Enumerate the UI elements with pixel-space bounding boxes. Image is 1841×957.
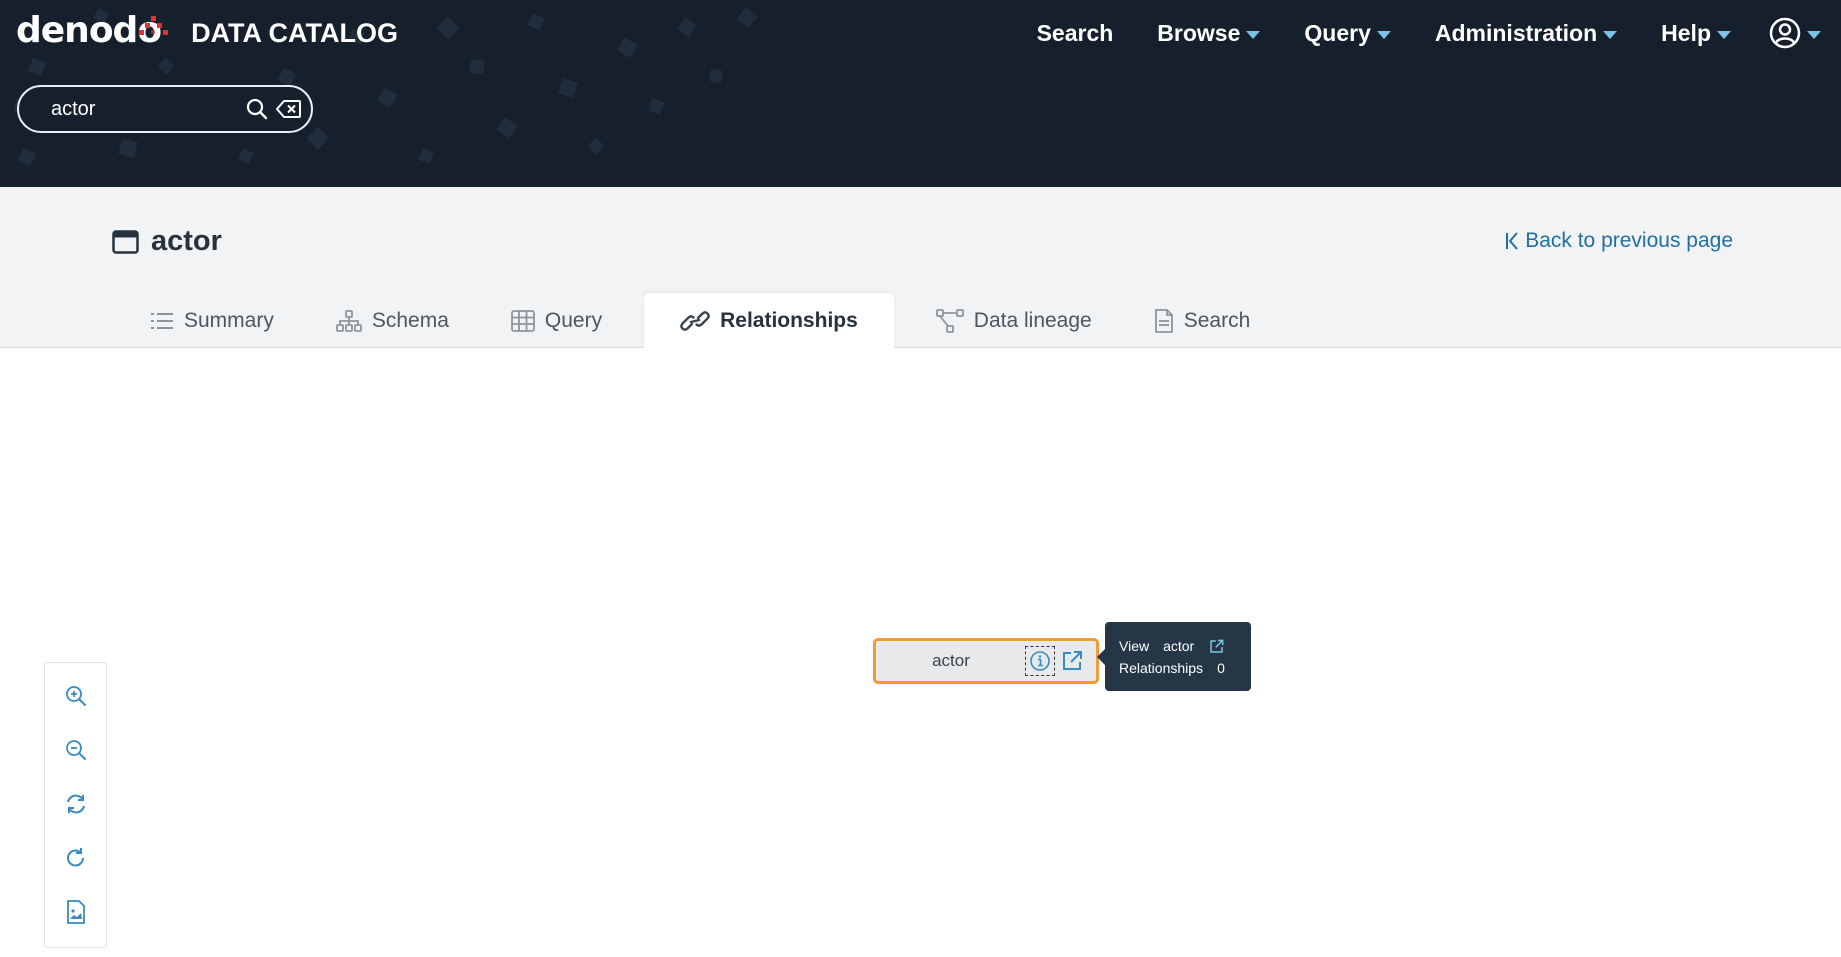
- user-circle-icon: [1769, 17, 1801, 49]
- zoom-in-icon: [65, 685, 86, 706]
- search-input[interactable]: [51, 97, 241, 121]
- caret-down-icon: [1807, 30, 1821, 39]
- external-link-icon: [1063, 651, 1082, 670]
- product-name: DATA CATALOG: [191, 18, 399, 48]
- tooltip-relationships-value: 0: [1217, 660, 1225, 676]
- export-image-icon: [66, 899, 85, 924]
- tooltip-relationships-key: Relationships: [1119, 660, 1204, 676]
- caret-down-icon: [1376, 30, 1391, 39]
- node-info-tooltip: View actor Relationships 0: [1097, 622, 1251, 691]
- external-link-icon: [1210, 639, 1224, 653]
- info-icon: [1030, 651, 1050, 671]
- caret-down-icon: [1717, 30, 1731, 39]
- list-icon: [151, 313, 173, 329]
- tooltip-view-value: actor: [1163, 638, 1195, 654]
- caret-down-icon: [1603, 30, 1618, 39]
- search-button[interactable]: [241, 93, 273, 125]
- nav-help[interactable]: Help: [1661, 20, 1731, 47]
- nav-help-label: Help: [1661, 19, 1711, 46]
- view-window-icon: [112, 229, 139, 254]
- nav-administration[interactable]: Administration: [1434, 19, 1618, 47]
- link-icon: [680, 311, 710, 331]
- nav-browse-label: Browse: [1157, 19, 1241, 46]
- tab-schema-label: Schema: [371, 309, 449, 332]
- tab-query-label: Query: [544, 309, 603, 332]
- view-header: actor Back to previous page Summary Sche…: [0, 187, 1841, 349]
- denodo-logo[interactable]: denodo DATA CATALOG: [16, 10, 398, 51]
- tooltip-open-link[interactable]: [1209, 639, 1224, 654]
- nav-search[interactable]: Search: [1037, 20, 1114, 47]
- back-link-label: Back to previous page: [1525, 229, 1733, 252]
- page-title: actor: [151, 225, 222, 257]
- graph-controls: [44, 662, 107, 948]
- back-to-previous-page-link[interactable]: Back to previous page: [1505, 229, 1733, 253]
- search-icon: [246, 98, 268, 120]
- reset-icon: [66, 847, 84, 866]
- relationship-graph-node[interactable]: actor: [873, 638, 1099, 684]
- caret-down-icon: [1246, 30, 1261, 39]
- tab-relationships[interactable]: Relationships: [644, 293, 894, 349]
- view-tabs: Summary Schema Query Relationships Data …: [130, 293, 1292, 349]
- nav-search-label: Search: [1036, 19, 1114, 46]
- tooltip-view-key: View: [1119, 638, 1150, 654]
- nav-administration-label: Administration: [1434, 19, 1598, 46]
- hierarchy-icon: [335, 310, 362, 332]
- tab-query[interactable]: Query: [491, 294, 622, 348]
- zoom-in-button[interactable]: [56, 677, 96, 714]
- tab-data-lineage[interactable]: Data lineage: [916, 294, 1112, 348]
- export-image-button[interactable]: [56, 893, 96, 930]
- tab-schema[interactable]: Schema: [316, 294, 469, 348]
- node-label: actor: [932, 651, 970, 670]
- clear-search-button[interactable]: [273, 93, 305, 125]
- refresh-layout-icon: [66, 794, 85, 813]
- top-navigation: Search Browse Query Administration Help: [993, 12, 1821, 54]
- tab-search[interactable]: Search: [1134, 294, 1271, 348]
- document-icon: [1154, 309, 1173, 333]
- backspace-clear-icon: [276, 100, 301, 118]
- user-menu[interactable]: [1769, 17, 1821, 49]
- node-open-button[interactable]: [1058, 647, 1086, 675]
- zoom-out-icon: [65, 739, 86, 760]
- zoom-out-button[interactable]: [56, 731, 96, 768]
- tab-summary-label: Summary: [184, 309, 274, 332]
- lineage-icon: [935, 309, 964, 333]
- node-info-button[interactable]: [1025, 646, 1055, 676]
- nav-query[interactable]: Query: [1304, 19, 1391, 47]
- tab-summary[interactable]: Summary: [130, 294, 294, 348]
- logo-dots-icon: [139, 16, 168, 35]
- nav-query-label: Query: [1304, 19, 1371, 46]
- global-search: [17, 85, 313, 133]
- tab-relationships-label: Relationships: [720, 309, 858, 332]
- refresh-layout-button[interactable]: [56, 785, 96, 822]
- nav-browse[interactable]: Browse: [1157, 19, 1261, 47]
- tab-search-label: Search: [1183, 309, 1251, 332]
- app-header: denodo DATA CATALOG Search Browse Query …: [0, 0, 1841, 187]
- table-grid-icon: [511, 310, 535, 332]
- reset-button[interactable]: [56, 839, 96, 876]
- tab-data-lineage-label: Data lineage: [973, 309, 1092, 332]
- page-title-wrap: actor: [112, 225, 222, 258]
- back-arrow-icon: [1506, 232, 1518, 250]
